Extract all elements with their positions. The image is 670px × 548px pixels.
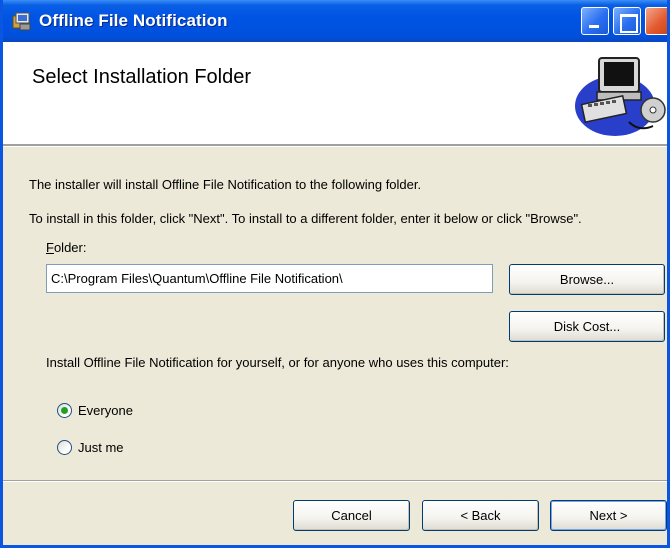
installer-package-icon [12, 12, 31, 31]
installer-window: Offline File Notification Select Install… [0, 0, 670, 548]
title-bar[interactable]: Offline File Notification [3, 0, 667, 42]
back-button[interactable]: < Back [422, 500, 539, 531]
radio-just-me-label: Just me [78, 440, 124, 455]
folder-label-accelerator: F [46, 240, 54, 255]
window-title: Offline File Notification [39, 11, 228, 30]
computer-setup-icon [575, 57, 666, 136]
intro-text: The installer will install Offline File … [29, 177, 422, 192]
wizard-header: Select Installation Folder [3, 42, 667, 145]
maximize-button[interactable] [613, 7, 641, 35]
minimize-button[interactable] [581, 7, 609, 35]
radio-everyone-button[interactable] [57, 403, 72, 418]
next-button[interactable]: Next > [550, 500, 667, 531]
radio-everyone-label: Everyone [78, 403, 133, 418]
radio-just-me-button[interactable] [57, 440, 72, 455]
page-title: Select Installation Folder [32, 66, 252, 88]
folder-label-rest: older: [53, 240, 87, 255]
folder-label: Folder: [46, 240, 86, 255]
browse-button[interactable]: Browse... [509, 264, 665, 295]
folder-path-input[interactable] [46, 264, 493, 293]
footer-separator [3, 480, 667, 482]
cancel-button[interactable]: Cancel [293, 500, 410, 531]
disk-cost-button[interactable]: Disk Cost... [509, 311, 665, 342]
install-scope-text: Install Offline File Notification for yo… [46, 355, 509, 370]
radio-option-everyone[interactable]: Everyone [57, 403, 133, 418]
instruction-text: To install in this folder, click "Next".… [29, 211, 582, 226]
radio-option-just-me[interactable]: Just me [57, 440, 124, 455]
close-button[interactable] [645, 7, 667, 35]
header-separator [3, 145, 667, 147]
